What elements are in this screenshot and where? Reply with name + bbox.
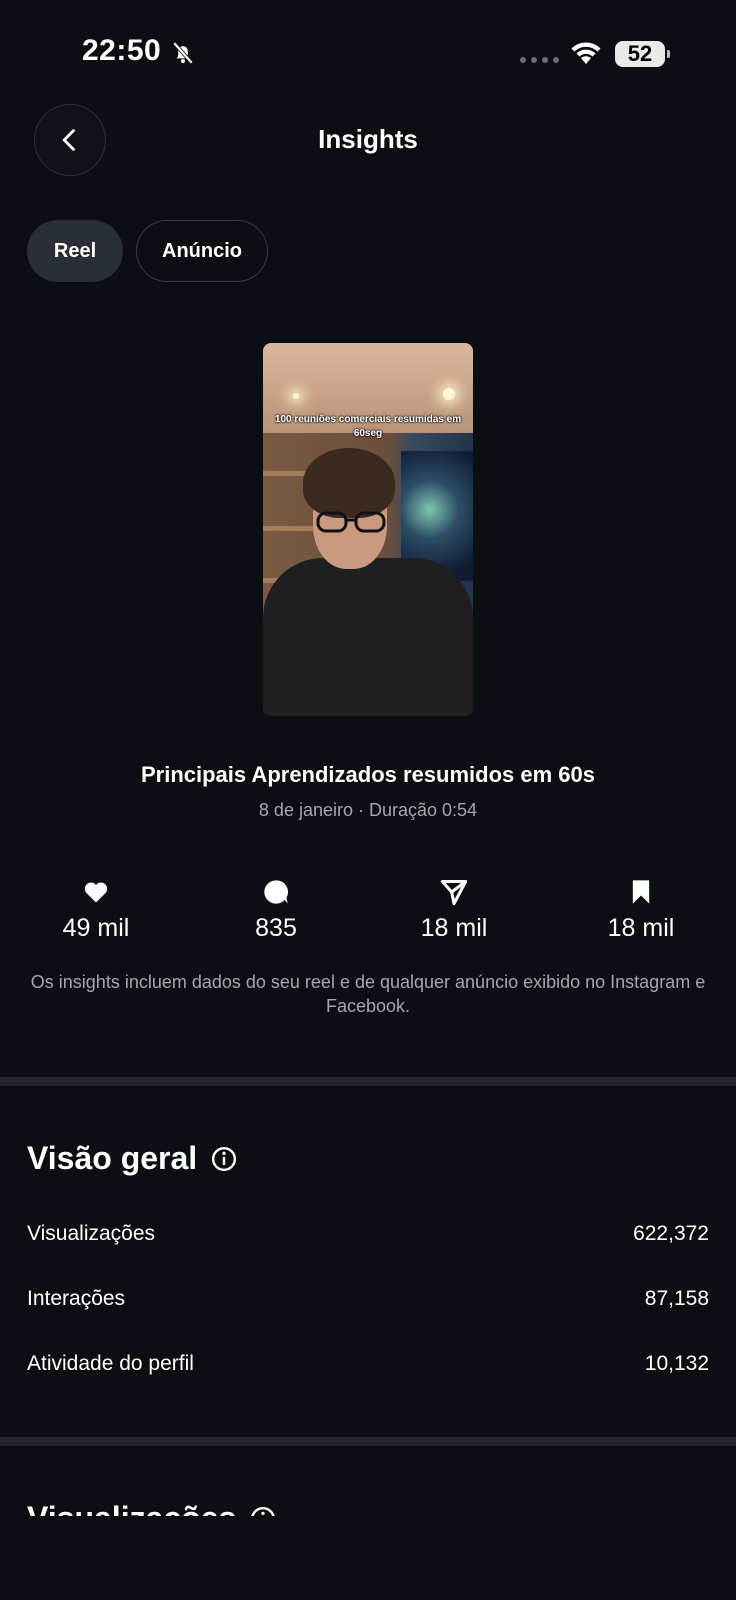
views-section-title: Visualizações — [27, 1500, 236, 1516]
tab-anuncio[interactable]: Anúncio — [136, 220, 268, 282]
stat-comments-value: 835 — [255, 914, 297, 942]
overview-row-views: Visualizações 622,372 — [27, 1222, 709, 1246]
overview-row-interactions: Interações 87,158 — [27, 1287, 709, 1311]
row-value: 87,158 — [644, 1287, 709, 1310]
comment-icon — [264, 880, 288, 904]
overview-title: Visão geral — [27, 1140, 198, 1176]
bookmark-icon — [632, 880, 650, 904]
heart-icon — [84, 882, 108, 903]
row-value: 622,372 — [633, 1222, 709, 1245]
overview-row-profile-activity: Atividade do perfil 10,132 — [27, 1352, 709, 1376]
views-section-header: Visualizações — [27, 1500, 276, 1516]
reel-thumbnail[interactable]: 100 reuniões comerciais resumidas em 60s… — [263, 343, 473, 716]
info-icon[interactable] — [211, 1146, 237, 1172]
overview-header: Visão geral — [27, 1140, 237, 1177]
stat-saves: 18 mil — [561, 878, 721, 943]
status-time: 22:50 — [82, 34, 162, 67]
stat-shares-value: 18 mil — [420, 914, 488, 942]
tab-reel[interactable]: Reel — [27, 220, 123, 282]
row-value: 10,132 — [644, 1352, 709, 1375]
post-title: Principais Aprendizados resumidos em 60s — [140, 762, 595, 787]
stat-shares: 18 mil — [374, 878, 534, 943]
info-icon[interactable] — [250, 1506, 276, 1517]
signal-dots-icon — [520, 57, 559, 63]
stat-likes-value: 49 mil — [62, 914, 130, 942]
post-meta: 8 de janeiro · Duração 0:54 — [258, 800, 478, 820]
bell-muted-icon — [172, 41, 194, 65]
wifi-icon — [571, 42, 601, 64]
share-icon — [440, 879, 468, 906]
section-divider — [0, 1077, 736, 1086]
stat-likes: 49 mil — [16, 878, 176, 943]
section-divider — [0, 1437, 736, 1446]
insights-note: Os insights incluem dados do seu reel e … — [30, 972, 706, 1016]
battery-icon: 52 — [615, 41, 670, 67]
thumbnail-caption: 100 reuniões comerciais resumidas em 60s… — [274, 414, 462, 439]
stat-saves-value: 18 mil — [607, 914, 675, 942]
row-label: Atividade do perfil — [27, 1352, 194, 1375]
row-label: Interações — [27, 1287, 126, 1310]
page-title: Insights — [318, 124, 418, 154]
row-label: Visualizações — [27, 1222, 156, 1245]
stat-comments: 835 — [196, 878, 356, 943]
next-section-clip: Visualizações — [0, 1490, 736, 1516]
